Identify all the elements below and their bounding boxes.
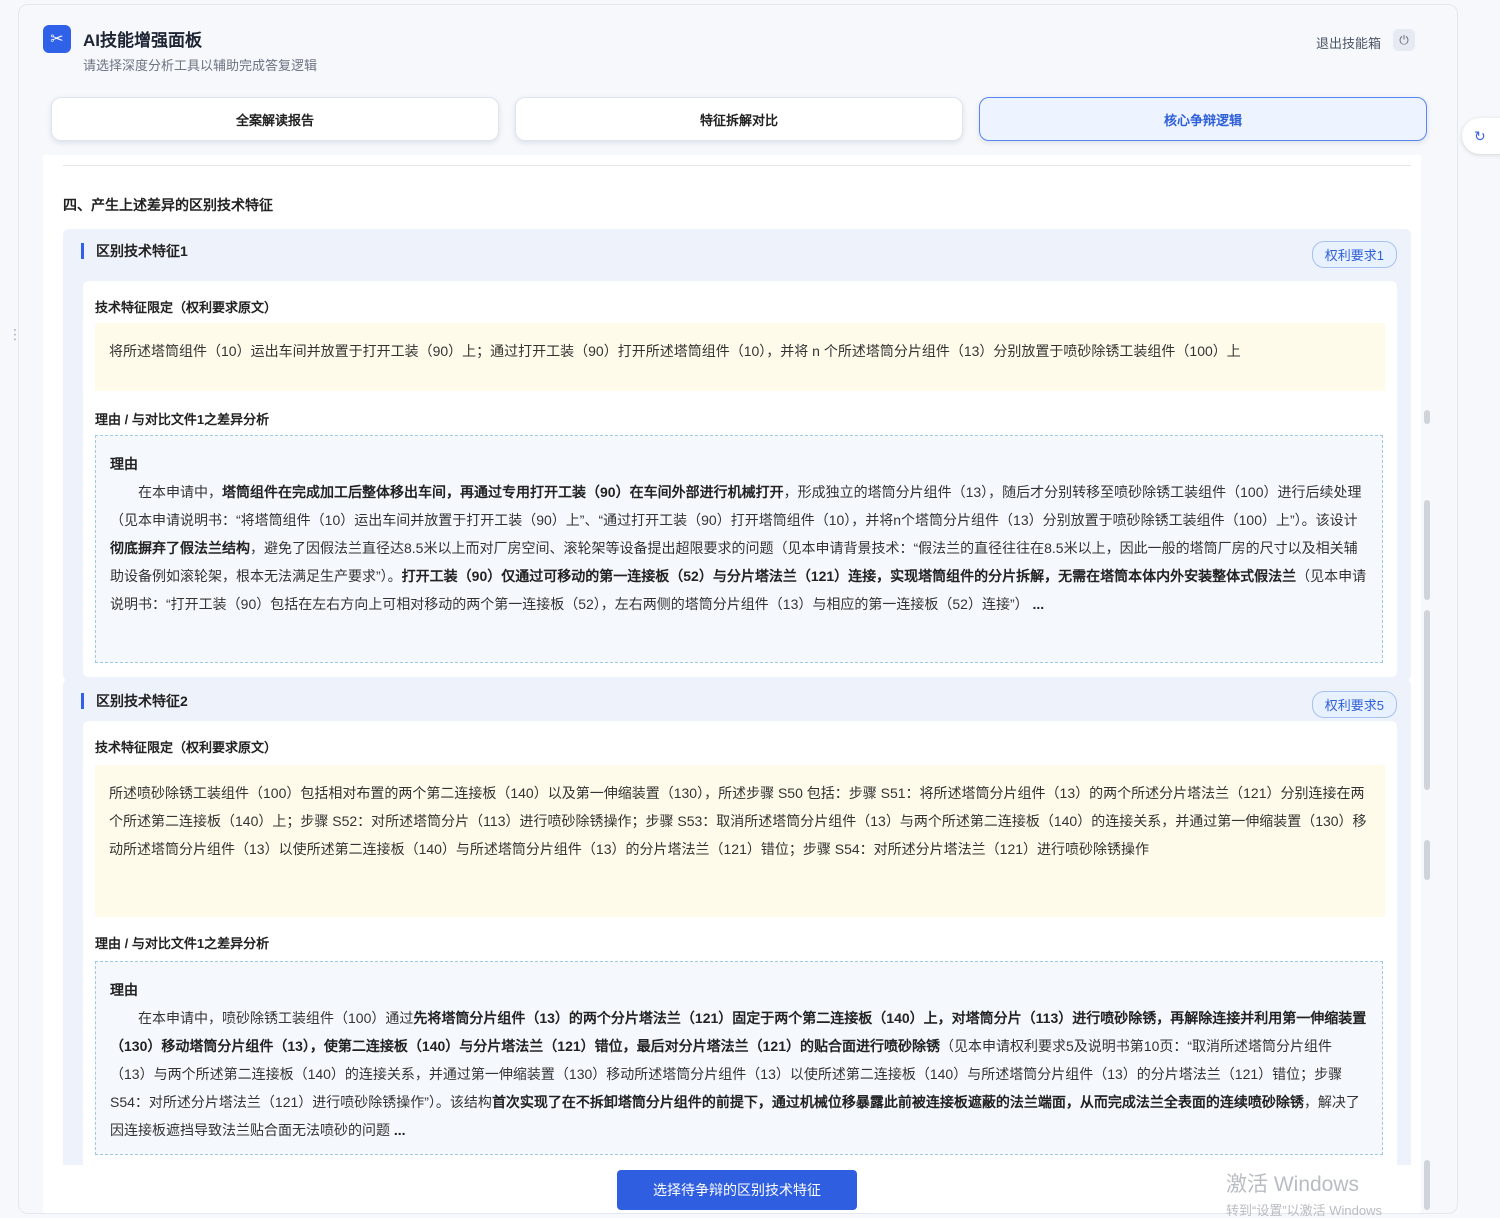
feature-title: 区别技术特征1 <box>81 243 188 259</box>
limit-label: 技术特征限定（权利要求原文） <box>95 300 278 315</box>
tab-full-case-report[interactable]: 全案解读报告 <box>51 97 499 141</box>
scrollbar-thumb[interactable] <box>1424 410 1430 424</box>
reason-box: 理由 在本申请中，喷砂除锈工装组件（100）通过先将塔筒分片组件（13）的两个分… <box>95 961 1383 1155</box>
feature-card: 技术特征限定（权利要求原文） 将所述塔筒组件（10）运出车间并放置于打开工装（9… <box>83 281 1397 677</box>
power-icon[interactable]: ⏻ <box>1393 29 1415 51</box>
feature-block-2: 区别技术特征2 权利要求5 技术特征限定（权利要求原文） 所述喷砂除锈工装组件（… <box>63 679 1411 1167</box>
scrollbar[interactable] <box>1424 410 1430 1210</box>
select-feature-button[interactable]: 选择待争辩的区别技术特征 <box>617 1170 857 1210</box>
windows-activation-watermark: 激活 Windows 转到“设置”以激活 Windows <box>1226 1173 1383 1218</box>
tab-feature-comparison[interactable]: 特征拆解对比 <box>515 97 963 141</box>
scrollbar-thumb[interactable] <box>1424 840 1430 880</box>
claim-badge: 权利要求5 <box>1311 691 1397 718</box>
section-title: 四、产生上述差异的区别技术特征 <box>63 197 273 213</box>
claim-badge: 权利要求1 <box>1311 241 1397 268</box>
scrollbar-thumb[interactable] <box>1424 610 1430 790</box>
scrollbar-thumb[interactable] <box>1424 1160 1430 1210</box>
panel-title: AI技能增强面板 <box>83 31 202 50</box>
exit-skillbox-link[interactable]: 退出技能箱 <box>1316 33 1381 52</box>
ellipsis: ... <box>393 1122 406 1138</box>
reason-label: 理由 <box>110 456 138 472</box>
feature-block-1: 区别技术特征1 权利要求1 技术特征限定（权利要求原文） 将所述塔筒组件（10）… <box>63 229 1411 681</box>
feature-card: 技术特征限定（权利要求原文） 所述喷砂除锈工装组件（100）包括相对布置的两个第… <box>83 721 1397 1167</box>
divider <box>63 165 1411 166</box>
limit-label: 技术特征限定（权利要求原文） <box>95 740 278 755</box>
footer-bar: 选择待争辩的区别技术特征 <box>43 1165 1421 1213</box>
reason-text: 在本申请中，塔筒组件在完成加工后整体移出车间，再通过专用打开工装（90）在车间外… <box>110 484 1367 612</box>
reason-label: 理由 <box>110 982 138 998</box>
ai-skill-panel: ✂ AI技能增强面板 请选择深度分析工具以辅助完成答复逻辑 退出技能箱 ⏻ 全案… <box>18 4 1458 1214</box>
refresh-icon[interactable]: ↻ <box>1462 118 1500 154</box>
panel-subtitle: 请选择深度分析工具以辅助完成答复逻辑 <box>83 58 318 73</box>
tab-core-argument[interactable]: 核心争辩逻辑 <box>979 97 1427 141</box>
reason-box: 理由 在本申请中，塔筒组件在完成加工后整体移出车间，再通过专用打开工装（90）在… <box>95 435 1383 663</box>
tab-bar: 全案解读报告 特征拆解对比 核心争辩逻辑 <box>51 97 1427 143</box>
reason-section-label: 理由 / 与对比文件1之差异分析 <box>95 412 270 427</box>
reason-text: 在本申请中，喷砂除锈工装组件（100）通过先将塔筒分片组件（13）的两个分片塔法… <box>110 1010 1367 1138</box>
content-area: 四、产生上述差异的区别技术特征 区别技术特征1 权利要求1 技术特征限定（权利要… <box>43 155 1421 1167</box>
ellipsis: ... <box>1032 596 1045 612</box>
feature-title: 区别技术特征2 <box>81 693 188 709</box>
claim-quote: 将所述塔筒组件（10）运出车间并放置于打开工装（90）上；通过打开工装（90）打… <box>95 323 1385 391</box>
tools-icon: ✂ <box>43 25 71 53</box>
reason-section-label: 理由 / 与对比文件1之差异分析 <box>95 936 270 951</box>
panel-header: ✂ AI技能增强面板 请选择深度分析工具以辅助完成答复逻辑 退出技能箱 ⏻ <box>43 25 1433 81</box>
claim-quote: 所述喷砂除锈工装组件（100）包括相对布置的两个第二连接板（140）以及第一伸缩… <box>95 765 1385 917</box>
scrollbar-thumb[interactable] <box>1424 500 1430 600</box>
